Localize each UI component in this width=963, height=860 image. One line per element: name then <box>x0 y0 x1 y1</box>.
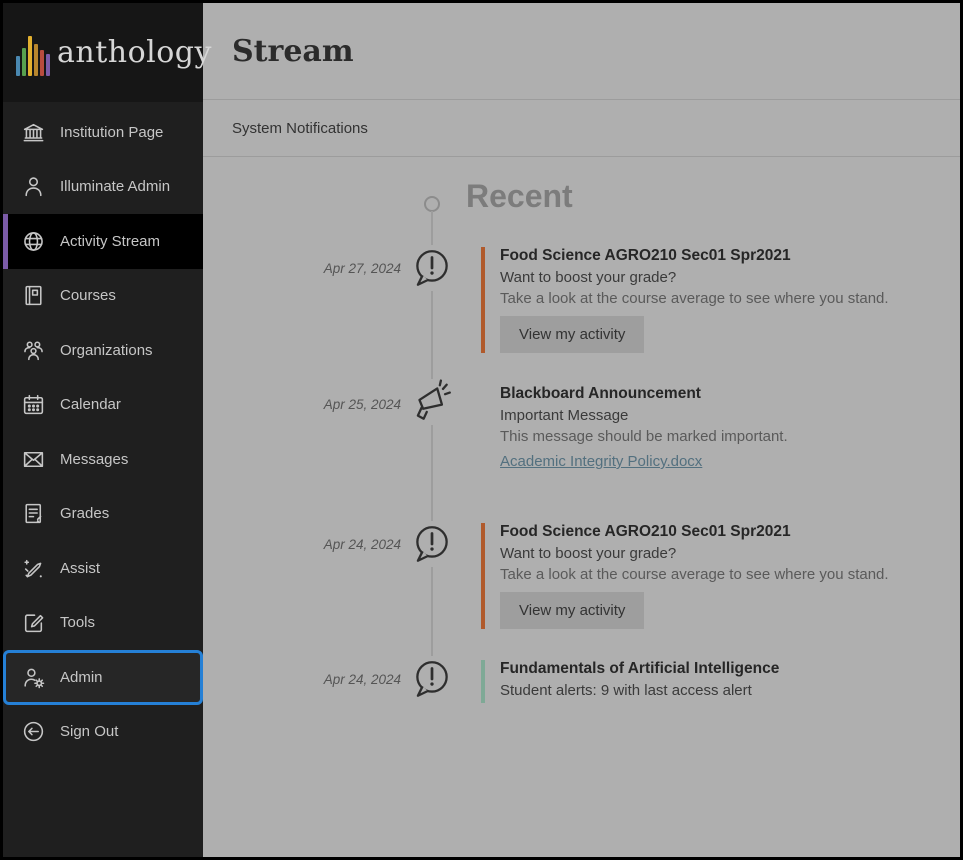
view-my-activity-button[interactable]: View my activity <box>500 592 644 629</box>
assist-pencil-sparkle-icon <box>21 556 46 581</box>
sidebar-item-grades[interactable]: Grades <box>3 487 203 542</box>
page-title: Stream <box>232 34 354 69</box>
envelope-icon <box>21 447 46 472</box>
sign-out-arrow-icon <box>21 719 46 744</box>
stream-item-date: Apr 25, 2024 <box>289 397 401 412</box>
megaphone-icon <box>409 379 455 425</box>
book-icon <box>21 283 46 308</box>
tools-pencil-square-icon <box>21 610 46 635</box>
globe-icon <box>21 229 46 254</box>
sidebar-item-institution-page[interactable]: Institution Page <box>3 105 203 160</box>
stream-card-subtitle: Want to boost your grade? <box>500 269 889 286</box>
sidebar-item-label: Activity Stream <box>60 233 160 250</box>
recent-section-title: Recent <box>466 178 573 215</box>
alert-bubble-icon <box>409 245 455 291</box>
stream-content: Recent Apr 27, 2024 Food Science AGRO210… <box>203 157 960 857</box>
sidebar-item-sign-out[interactable]: Sign Out <box>3 705 203 760</box>
system-notifications-section[interactable]: System Notifications <box>203 100 960 157</box>
stream-item-date: Apr 24, 2024 <box>289 672 401 687</box>
anthology-logo-icon <box>16 30 50 76</box>
sidebar-item-messages[interactable]: Messages <box>3 432 203 487</box>
page-header: Stream <box>203 3 960 100</box>
sidebar-item-activity-stream[interactable]: Activity Stream <box>3 214 203 269</box>
person-icon <box>21 174 46 199</box>
stream-card: Food Science AGRO210 Sec01 Spr2021 Want … <box>481 523 889 629</box>
calendar-icon <box>21 392 46 417</box>
sidebar-item-label: Messages <box>60 451 128 468</box>
sidebar-item-calendar[interactable]: Calendar <box>3 378 203 433</box>
stream-card-title: Blackboard Announcement <box>500 385 788 403</box>
stream-card-subtitle: Important Message <box>500 407 788 424</box>
stream-card-title: Food Science AGRO210 Sec01 Spr2021 <box>500 247 889 265</box>
sidebar-item-label: Sign Out <box>60 723 118 740</box>
stream-card-title: Food Science AGRO210 Sec01 Spr2021 <box>500 523 889 541</box>
stream-card: Blackboard Announcement Important Messag… <box>481 385 788 471</box>
stream-card: Food Science AGRO210 Sec01 Spr2021 Want … <box>481 247 889 353</box>
stream-item-date: Apr 27, 2024 <box>289 261 401 276</box>
stream-card: Fundamentals of Artificial Intelligence … <box>481 660 779 703</box>
sidebar-item-label: Courses <box>60 287 116 304</box>
admin-person-gear-icon <box>21 665 46 690</box>
anthology-logo-text: anthology <box>57 35 212 70</box>
stream-card-body: This message should be marked important. <box>500 428 788 445</box>
institution-icon <box>21 120 46 145</box>
sidebar-item-illuminate-admin[interactable]: Illuminate Admin <box>3 160 203 215</box>
sidebar-item-admin[interactable]: Admin <box>3 650 203 705</box>
sidebar: anthology Institution Page Illuminate Ad… <box>3 3 203 857</box>
stream-card-subtitle: Student alerts: 9 with last access alert <box>500 682 779 699</box>
view-my-activity-button[interactable]: View my activity <box>500 316 644 353</box>
alert-bubble-icon <box>409 656 455 702</box>
stream-card-subtitle: Want to boost your grade? <box>500 545 889 562</box>
people-icon <box>21 338 46 363</box>
sidebar-item-tools[interactable]: Tools <box>3 596 203 651</box>
sidebar-item-assist[interactable]: Assist <box>3 541 203 596</box>
sidebar-item-organizations[interactable]: Organizations <box>3 323 203 378</box>
stream-item-date: Apr 24, 2024 <box>289 537 401 552</box>
sidebar-item-label: Grades <box>60 505 109 522</box>
sidebar-item-label: Tools <box>60 614 95 631</box>
sidebar-item-label: Institution Page <box>60 124 163 141</box>
system-notifications-label: System Notifications <box>232 120 368 137</box>
stream-card-body: Take a look at the course average to see… <box>500 566 889 583</box>
sidebar-item-label: Calendar <box>60 396 121 413</box>
timeline-dot <box>424 196 440 212</box>
sidebar-item-label: Assist <box>60 560 100 577</box>
sidebar-nav: Institution Page Illuminate Admin Activi… <box>3 102 203 857</box>
sidebar-item-label: Illuminate Admin <box>60 178 170 195</box>
attachment-link[interactable]: Academic Integrity Policy.docx <box>500 453 702 470</box>
sidebar-item-courses[interactable]: Courses <box>3 269 203 324</box>
anthology-logo[interactable]: anthology <box>3 3 203 102</box>
app-window: anthology Institution Page Illuminate Ad… <box>0 0 963 860</box>
sidebar-item-label: Admin <box>60 669 103 686</box>
main-area: Stream System Notifications Recent Apr 2… <box>203 3 960 857</box>
alert-bubble-icon <box>409 521 455 567</box>
grades-icon <box>21 501 46 526</box>
stream-card-body: Take a look at the course average to see… <box>500 290 889 307</box>
stream-card-title: Fundamentals of Artificial Intelligence <box>500 660 779 678</box>
sidebar-item-label: Organizations <box>60 342 153 359</box>
